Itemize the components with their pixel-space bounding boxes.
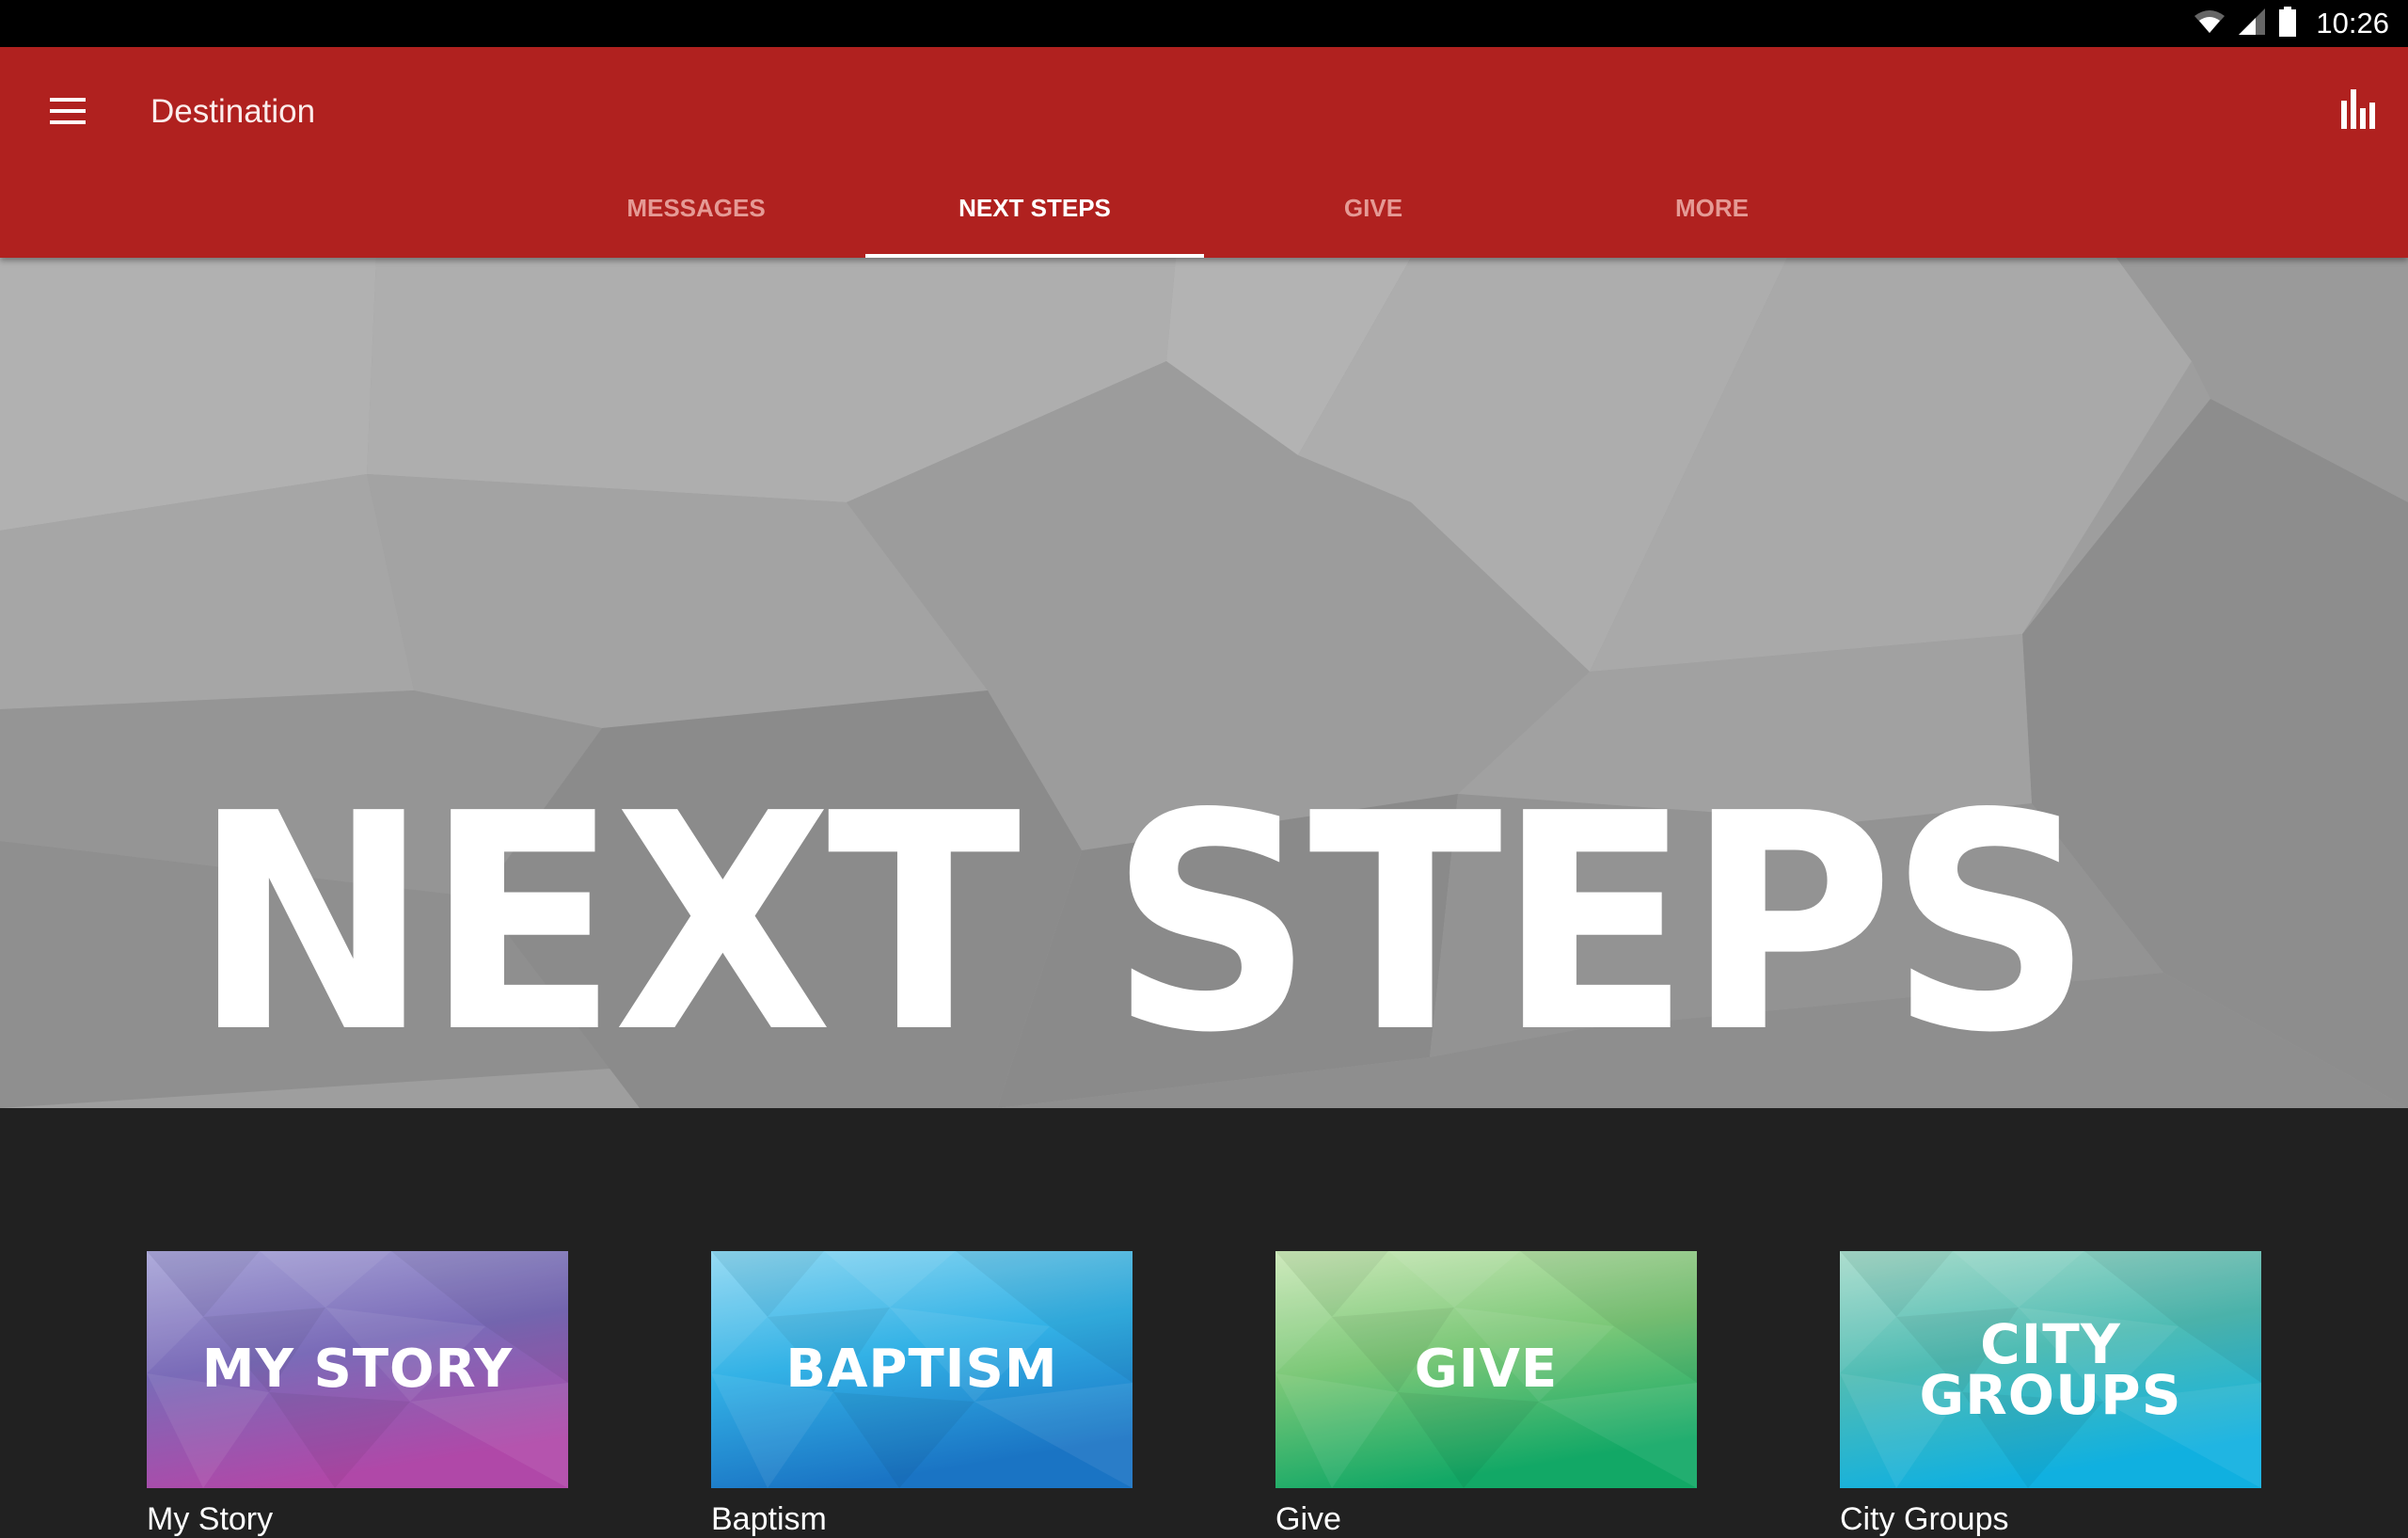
banner-title: NEXT STEPS bbox=[192, 750, 2093, 1098]
card-image-text: MY STORY bbox=[201, 1339, 514, 1400]
bar-chart-icon bbox=[2341, 88, 2377, 134]
card-city-groups[interactable]: CITY GROUPS City Groups bbox=[1840, 1251, 2261, 1538]
tab-next-steps[interactable]: NEXT STEPS bbox=[865, 166, 1204, 258]
tab-label: MESSAGES bbox=[626, 193, 766, 222]
card-image: CITY GROUPS bbox=[1840, 1251, 2261, 1488]
hero-banner: NEXT STEPS bbox=[0, 258, 2408, 1108]
card-give[interactable]: GIVE Give bbox=[1275, 1251, 1697, 1538]
wifi-icon bbox=[2194, 8, 2226, 40]
card-image-text: CITY GROUPS bbox=[1919, 1312, 2182, 1427]
app-bar: Destination MESSAGES NEXT STEPS GIVE MOR… bbox=[0, 47, 2408, 258]
card-image-text: BAPTISM bbox=[785, 1339, 1058, 1400]
card-image: GIVE bbox=[1275, 1251, 1697, 1488]
menu-button[interactable] bbox=[38, 83, 98, 143]
tab-label: GIVE bbox=[1343, 193, 1403, 222]
tab-label: MORE bbox=[1675, 193, 1749, 222]
tab-bar: MESSAGES NEXT STEPS GIVE MORE bbox=[527, 166, 1881, 258]
card-image-text: GIVE bbox=[1414, 1339, 1559, 1400]
tab-more[interactable]: MORE bbox=[1543, 166, 1881, 258]
tab-messages[interactable]: MESSAGES bbox=[527, 166, 865, 258]
card-my-story[interactable]: MY STORY My Story bbox=[147, 1251, 568, 1538]
card-label: City Groups bbox=[1840, 1501, 2009, 1537]
status-time: 10:26 bbox=[2316, 7, 2389, 40]
card-baptism[interactable]: BAPTISM Baptism bbox=[711, 1251, 1133, 1538]
cell-signal-icon bbox=[2239, 8, 2266, 40]
tab-label: NEXT STEPS bbox=[958, 193, 1111, 222]
status-bar: 10:26 bbox=[0, 0, 2408, 47]
card-label: Baptism bbox=[711, 1501, 827, 1537]
hamburger-menu-icon bbox=[50, 97, 86, 129]
card-image: MY STORY bbox=[147, 1251, 568, 1488]
card-image: BAPTISM bbox=[711, 1251, 1133, 1488]
card-label: My Story bbox=[147, 1501, 274, 1537]
card-label: Give bbox=[1275, 1501, 1341, 1537]
app-title: Destination bbox=[150, 93, 316, 130]
stats-button[interactable] bbox=[2329, 81, 2389, 141]
next-steps-grid: MY STORY My Story BAPTISM Baptism GIVE G… bbox=[0, 1108, 2408, 1537]
tab-give[interactable]: GIVE bbox=[1204, 166, 1543, 258]
battery-icon bbox=[2278, 6, 2297, 41]
